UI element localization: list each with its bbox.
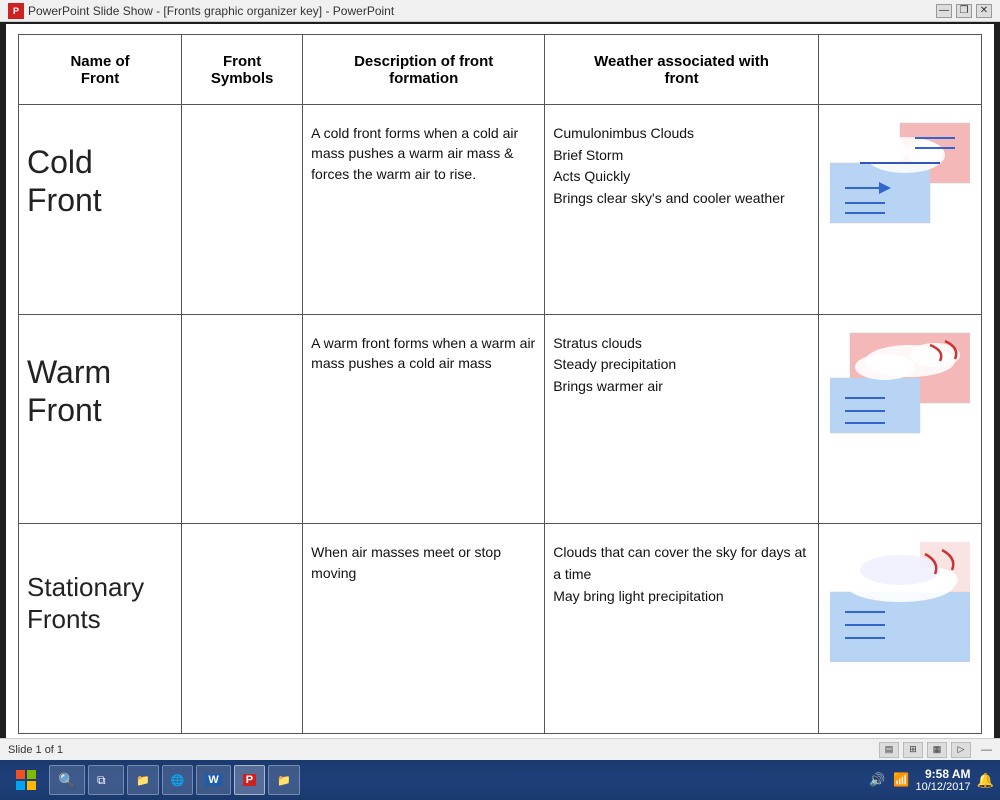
word-icon: W	[205, 774, 221, 786]
minimize-button[interactable]: —	[936, 4, 952, 18]
slide-sorter-icon[interactable]: ⊞	[903, 742, 923, 758]
view-icons[interactable]: ▤ ⊞ ▦ ▷	[879, 742, 971, 758]
cold-front-desc: A cold front forms when a cold air mass …	[311, 113, 536, 184]
front-name-cell: ColdFront	[19, 105, 182, 315]
title-bar: P PowerPoint Slide Show - [Fronts graphi…	[0, 0, 1000, 22]
weather-cell-cold: Cumulonimbus CloudsBrief StormActs Quick…	[545, 105, 819, 315]
clock-time: 9:58 AM	[916, 767, 971, 781]
word-button[interactable]: W	[196, 765, 230, 795]
powerpoint-button[interactable]: P	[234, 765, 265, 795]
chrome-icon: 🌐	[171, 774, 185, 787]
stationary-front-diagram	[830, 532, 970, 662]
symbol-cell-cold	[182, 105, 303, 315]
weather-cell-warm: Stratus cloudsSteady precipitationBrings…	[545, 314, 819, 524]
table-row: ColdFront A cold front forms when a cold…	[19, 105, 982, 315]
warm-front-name: WarmFront	[27, 323, 173, 430]
stationary-front-name: StationaryFronts	[27, 532, 173, 634]
front-name-cell: StationaryFronts	[19, 524, 182, 734]
ppt-icon: P	[243, 774, 256, 786]
normal-view-icon[interactable]: ▤	[879, 742, 899, 758]
taskbar: 🔍 ⧉ 📁 🌐 W P 📁 🔊 📶 9:58	[0, 760, 1000, 800]
front-name-cell: WarmFront	[19, 314, 182, 524]
restore-button[interactable]: ❐	[956, 4, 972, 18]
warm-front-weather: Stratus cloudsSteady precipitationBrings…	[553, 323, 810, 398]
symbol-cell-stationary	[182, 524, 303, 734]
windows-logo-icon	[16, 770, 36, 790]
col-header-name: Name ofFront	[19, 35, 182, 105]
col-header-weather: Weather associated withfront	[545, 35, 819, 105]
title-bar-left: P PowerPoint Slide Show - [Fronts graphi…	[8, 3, 394, 19]
desc-cell-warm: A warm front forms when a warm air mass …	[303, 314, 545, 524]
window-controls[interactable]: — ❐ ✕	[936, 4, 992, 18]
folder2-button[interactable]: 📁	[268, 765, 300, 795]
col-header-desc: Description of frontformation	[303, 35, 545, 105]
stationary-front-desc: When air masses meet or stop moving	[311, 532, 536, 583]
network-icon[interactable]: 🔊	[869, 772, 885, 788]
image-cell-cold	[818, 105, 981, 315]
taskbar-right: 🔊 📶 9:58 AM 10/12/2017 🔔	[869, 767, 994, 793]
col-header-symbol: FrontSymbols	[182, 35, 303, 105]
system-tray: 🔊 📶	[869, 772, 909, 788]
reading-view-icon[interactable]: ▦	[927, 742, 947, 758]
zoom-level: —	[981, 744, 992, 756]
warm-front-diagram	[830, 323, 970, 443]
window-title: PowerPoint Slide Show - [Fronts graphic …	[28, 4, 394, 18]
table-row: WarmFront A warm front forms when a warm…	[19, 314, 982, 524]
search-button[interactable]: 🔍	[49, 765, 85, 795]
clock-date: 10/12/2017	[916, 781, 971, 793]
header-row: Name ofFront FrontSymbols Description of…	[19, 35, 982, 105]
desc-cell-cold: A cold front forms when a cold air mass …	[303, 105, 545, 315]
slideshow-icon[interactable]: ▷	[951, 742, 971, 758]
status-bar: Slide 1 of 1 ▤ ⊞ ▦ ▷ —	[0, 738, 1000, 760]
cold-front-name: ColdFront	[27, 113, 173, 220]
desc-cell-stationary: When air masses meet or stop moving	[303, 524, 545, 734]
task-view-icon: ⧉	[97, 773, 106, 788]
system-clock[interactable]: 9:58 AM 10/12/2017	[916, 767, 971, 793]
folder2-icon: 📁	[277, 774, 291, 787]
image-cell-stationary	[818, 524, 981, 734]
table-row: StationaryFronts When air masses meet or…	[19, 524, 982, 734]
warm-front-desc: A warm front forms when a warm air mass …	[311, 323, 536, 374]
taskbar-left: 🔍 ⧉ 📁 🌐 W P 📁	[6, 764, 300, 796]
volume-icon[interactable]: 📶	[893, 772, 909, 788]
app-icon: P	[8, 3, 24, 19]
close-button[interactable]: ✕	[976, 4, 992, 18]
cold-front-diagram	[830, 113, 970, 233]
notification-icon[interactable]: 🔔	[977, 772, 994, 789]
symbol-cell-warm	[182, 314, 303, 524]
search-icon: 🔍	[58, 772, 75, 789]
folder-icon: 📁	[136, 774, 150, 787]
slide-container: Name ofFront FrontSymbols Description of…	[6, 24, 994, 754]
image-cell-warm	[818, 314, 981, 524]
start-button[interactable]	[6, 764, 46, 796]
weather-cell-stationary: Clouds that can cover the sky for days a…	[545, 524, 819, 734]
file-explorer-button[interactable]: 📁	[127, 765, 159, 795]
stationary-front-weather: Clouds that can cover the sky for days a…	[553, 532, 810, 607]
col-header-image	[818, 35, 981, 105]
task-view-button[interactable]: ⧉	[88, 765, 124, 795]
status-right: ▤ ⊞ ▦ ▷ —	[879, 742, 992, 758]
slide-info: Slide 1 of 1	[8, 744, 63, 756]
cold-front-weather: Cumulonimbus CloudsBrief StormActs Quick…	[553, 113, 810, 210]
organizer-table: Name ofFront FrontSymbols Description of…	[18, 34, 982, 734]
chrome-button[interactable]: 🌐	[162, 765, 194, 795]
